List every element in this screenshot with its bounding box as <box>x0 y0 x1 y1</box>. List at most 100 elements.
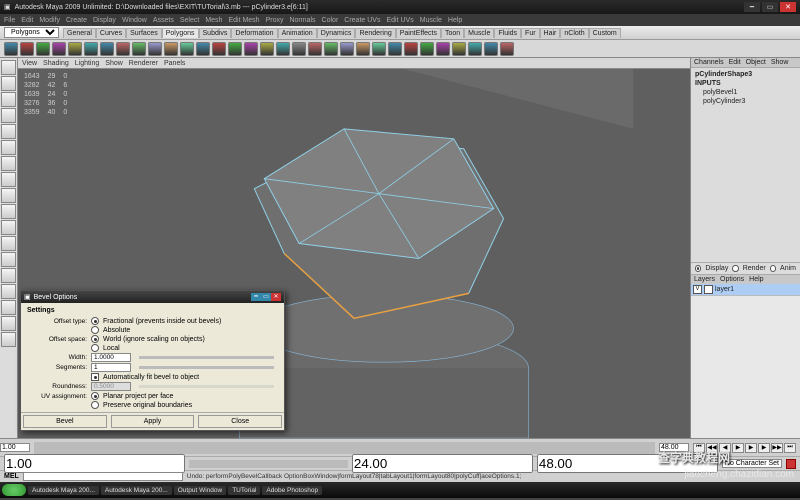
menu-muscle[interactable]: Muscle <box>420 17 442 24</box>
offset-space-world-radio[interactable] <box>91 335 99 343</box>
shelf-icon-7[interactable] <box>116 42 130 56</box>
dialog-min-button[interactable]: ━ <box>251 293 261 301</box>
shelf-icon-1[interactable] <box>20 42 34 56</box>
tool-9[interactable] <box>1 204 16 219</box>
display-display-radio[interactable] <box>695 265 701 272</box>
tool-15[interactable] <box>1 300 16 315</box>
play-button[interactable]: ▶ <box>745 443 757 453</box>
shelf-icon-23[interactable] <box>372 42 386 56</box>
shelf-tab-ncloth[interactable]: nCloth <box>560 28 588 38</box>
shelf-icon-5[interactable] <box>84 42 98 56</box>
shelf-icon-28[interactable] <box>452 42 466 56</box>
taskbar-tab[interactable]: TUTorial <box>228 486 260 495</box>
tool-7[interactable] <box>1 172 16 187</box>
tool-12[interactable] <box>1 252 16 267</box>
menu-assets[interactable]: Assets <box>153 17 174 24</box>
menu-edit[interactable]: Edit <box>21 17 33 24</box>
shelf-tab-animation[interactable]: Animation <box>278 28 317 38</box>
tool-8[interactable] <box>1 188 16 203</box>
maximize-button[interactable]: ▭ <box>762 2 778 12</box>
cmd-lang-label[interactable]: MEL <box>0 473 23 480</box>
shelf-tab-rendering[interactable]: Rendering <box>355 28 395 38</box>
range-scrub[interactable] <box>189 460 348 468</box>
shelf-icon-24[interactable] <box>388 42 402 56</box>
shelf-icon-0[interactable] <box>4 42 18 56</box>
taskbar-tab[interactable]: Adobe Photoshop <box>262 486 322 495</box>
layers-menu-help[interactable]: Help <box>749 276 763 283</box>
tool-3[interactable] <box>1 108 16 123</box>
taskbar-tab[interactable]: Output Window <box>174 486 226 495</box>
uv-planar-radio[interactable] <box>91 392 99 400</box>
segments-slider[interactable] <box>139 366 274 369</box>
shelf-tab-curves[interactable]: Curves <box>96 28 126 38</box>
dialog-max-button[interactable]: ▭ <box>261 293 271 301</box>
channel-tab-object[interactable]: Object <box>746 59 766 66</box>
close-dialog-button[interactable]: Close <box>198 415 282 428</box>
tool-0[interactable] <box>1 60 16 75</box>
close-button[interactable]: ✕ <box>780 2 796 12</box>
shelf-icon-26[interactable] <box>420 42 434 56</box>
menu-create[interactable]: Create <box>66 17 87 24</box>
shelf-tab-surfaces[interactable]: Surfaces <box>126 28 162 38</box>
shelf-icon-18[interactable] <box>292 42 306 56</box>
step-fwd-button[interactable]: ▶▶ <box>771 443 783 453</box>
shelf-icon-22[interactable] <box>356 42 370 56</box>
tool-17[interactable] <box>1 332 16 347</box>
vp-menu-view[interactable]: View <box>22 60 37 67</box>
next-frame-button[interactable]: ▶ <box>758 443 770 453</box>
shelf-tab-polygons[interactable]: Polygons <box>162 28 199 38</box>
shelf-tab-deformation[interactable]: Deformation <box>231 28 277 38</box>
shelf-icon-16[interactable] <box>260 42 274 56</box>
shelf-tab-hair[interactable]: Hair <box>540 28 561 38</box>
bevel-button[interactable]: Bevel <box>23 415 107 428</box>
auto-fit-checkbox[interactable] <box>91 373 99 381</box>
channel-tab-show[interactable]: Show <box>771 59 789 66</box>
character-set-menu[interactable]: No Character Set <box>722 459 782 468</box>
shelf-icon-4[interactable] <box>68 42 82 56</box>
shelf-tab-muscle[interactable]: Muscle <box>464 28 494 38</box>
menu-color[interactable]: Color <box>322 17 339 24</box>
shelf-icon-12[interactable] <box>196 42 210 56</box>
layer-row[interactable]: Vlayer1 <box>691 284 800 296</box>
tool-6[interactable] <box>1 156 16 171</box>
shelf-icon-30[interactable] <box>484 42 498 56</box>
channel-tab-edit[interactable]: Edit <box>729 59 741 66</box>
input-node[interactable]: polyCylinder3 <box>695 97 796 106</box>
cmd-input[interactable] <box>23 472 183 481</box>
offset-type-absolute-radio[interactable] <box>91 326 99 334</box>
width-field[interactable] <box>91 353 131 362</box>
taskbar-tab[interactable]: Autodesk Maya 200... <box>101 486 172 495</box>
roundness-field[interactable] <box>91 382 131 391</box>
shelf-icon-13[interactable] <box>212 42 226 56</box>
tool-2[interactable] <box>1 92 16 107</box>
uv-preserve-radio[interactable] <box>91 401 99 409</box>
menu-window[interactable]: Window <box>122 17 147 24</box>
shelf-tab-fur[interactable]: Fur <box>521 28 540 38</box>
dialog-close-button[interactable]: ✕ <box>271 293 281 301</box>
menu-file[interactable]: File <box>4 17 15 24</box>
menu-mesh[interactable]: Mesh <box>205 17 222 24</box>
start-button[interactable] <box>2 484 26 496</box>
shelf-icon-2[interactable] <box>36 42 50 56</box>
shelf-icon-8[interactable] <box>132 42 146 56</box>
go-end-button[interactable]: ⏭ <box>784 443 796 453</box>
play-back-button[interactable]: ▶ <box>732 443 744 453</box>
shelf-icon-9[interactable] <box>148 42 162 56</box>
width-slider[interactable] <box>139 356 274 359</box>
current-frame-field[interactable] <box>352 454 533 473</box>
menu-help[interactable]: Help <box>448 17 462 24</box>
shelf-icon-19[interactable] <box>308 42 322 56</box>
menu-modify[interactable]: Modify <box>39 17 60 24</box>
vp-menu-show[interactable]: Show <box>105 60 123 67</box>
shelf-icon-20[interactable] <box>324 42 338 56</box>
mode-selector[interactable]: Polygons <box>4 27 59 38</box>
taskbar-tab[interactable]: Autodesk Maya 200... <box>28 486 99 495</box>
shelf-tab-subdivs[interactable]: Subdivs <box>199 28 232 38</box>
shelf-tab-dynamics[interactable]: Dynamics <box>317 28 356 38</box>
autokey-icon[interactable] <box>786 459 796 469</box>
vp-menu-shading[interactable]: Shading <box>43 60 69 67</box>
menu-edit-uvs[interactable]: Edit UVs <box>386 17 413 24</box>
shelf-icon-29[interactable] <box>468 42 482 56</box>
shelf-icon-11[interactable] <box>180 42 194 56</box>
shelf-icon-17[interactable] <box>276 42 290 56</box>
